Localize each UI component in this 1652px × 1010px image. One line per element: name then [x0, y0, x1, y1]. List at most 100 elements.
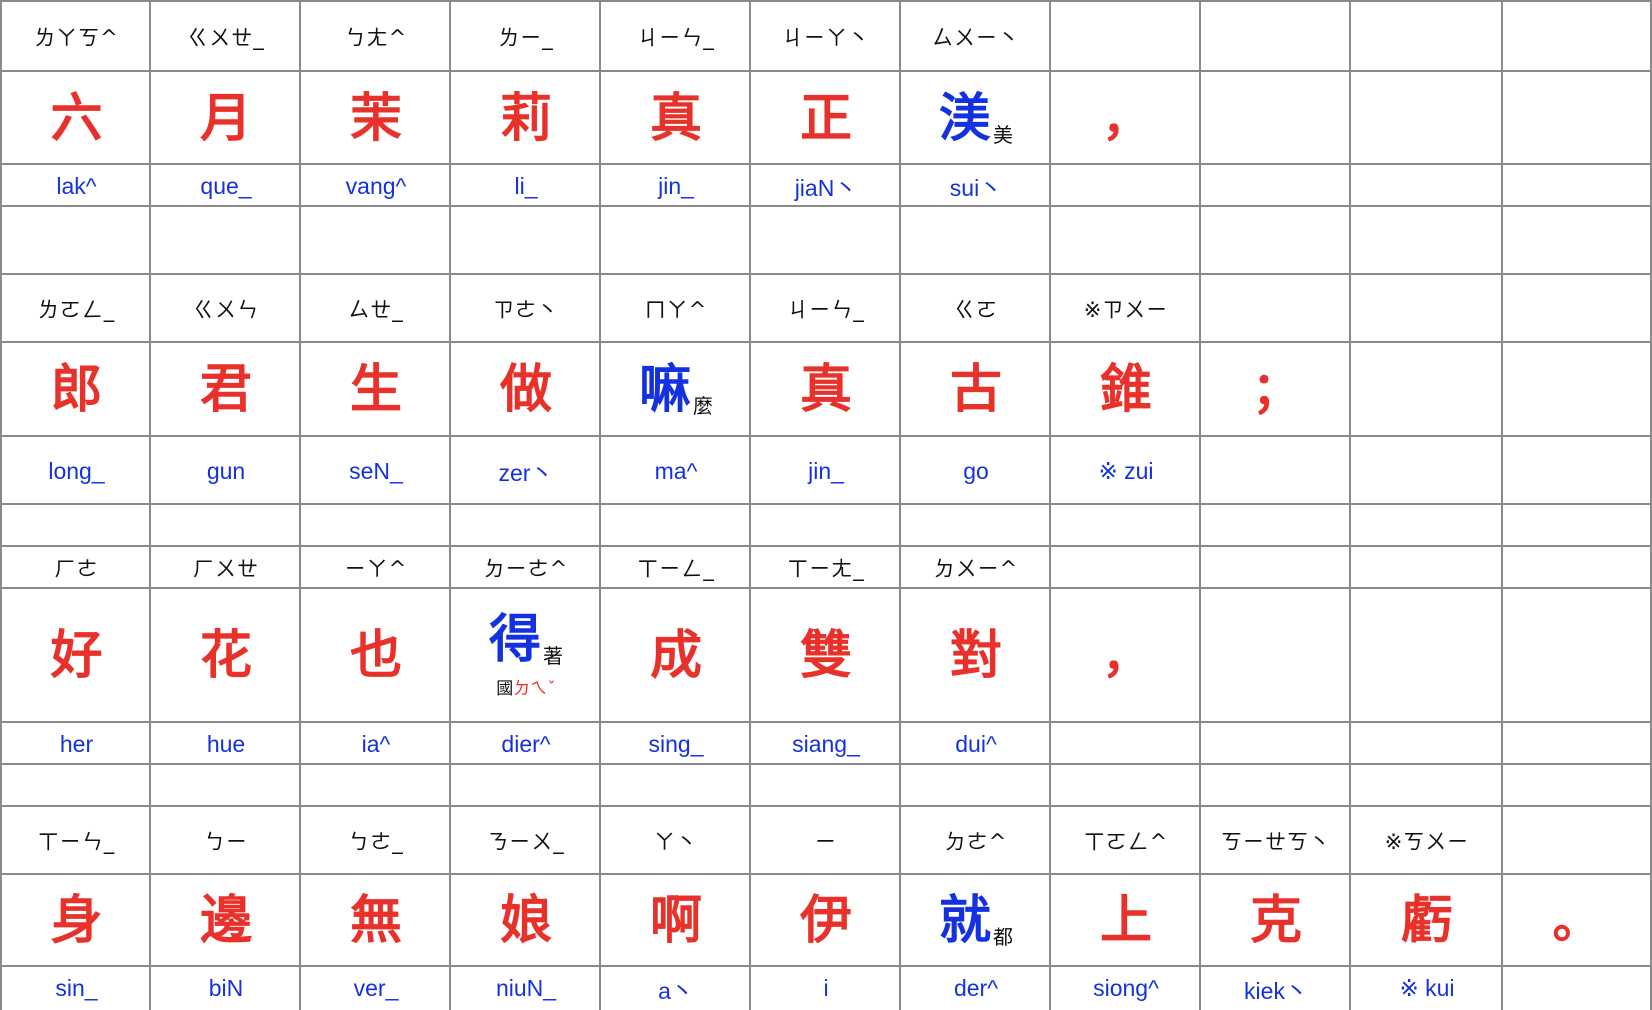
hanzi-line: 。	[1552, 897, 1600, 945]
bopomofo-cell	[1349, 273, 1503, 343]
bopomofo-text: ※ㄗㄨㄧ	[1083, 298, 1169, 322]
hanzi-line: 克	[1250, 895, 1302, 947]
bopomofo-cell: ㄒㄧㄤ_	[749, 545, 901, 589]
bopomofo-row: ㄏㄜ ㄏㄨㄝ ㄧㄚ^ ㄉㄧㄜ^ ㄒㄧㄥ_ ㄒㄧㄤ_ ㄉㄨㄧ^	[0, 545, 1652, 589]
hanzi-line: 上	[1100, 895, 1152, 947]
romanization-text: vang^	[345, 172, 407, 199]
romanization-cell: der^	[899, 965, 1051, 1010]
hanzi-block: 伊	[800, 895, 852, 947]
spacer-cell	[1199, 763, 1351, 807]
hanzi-cell: 克	[1199, 873, 1351, 967]
romanization-text: jin_	[808, 457, 844, 484]
hanzi-line: 無	[350, 895, 402, 947]
bopomofo-cell: ㄒㄛㄥ^	[1049, 805, 1201, 875]
bopomofo-cell: ㄋㄧㄨ_	[449, 805, 601, 875]
hanzi-block: 郎	[50, 364, 102, 416]
spacer-cell	[599, 503, 751, 547]
romanization-text: a丶	[658, 977, 694, 1004]
hanzi-block: 啊	[650, 895, 702, 947]
bopomofo-text: ㄐㄧㄣ_	[787, 298, 865, 322]
hanzi-block: 。	[1552, 897, 1600, 945]
hanzi-cell: 好	[0, 587, 151, 723]
hanzi-character: 雙	[799, 625, 852, 686]
hanzi-line: 月	[199, 87, 252, 149]
bopomofo-text: ㄧㄚ^	[344, 557, 408, 581]
bopomofo-text: ㄅㄜ_	[348, 830, 404, 854]
hanzi-character: 真	[649, 87, 702, 149]
bopomofo-text: ㄎㄧㄝㄎ丶	[1221, 830, 1331, 854]
romanization-cell	[1049, 163, 1201, 207]
hanzi-cell: 古	[899, 341, 1051, 437]
bopomofo-text: ㄉㄜ^	[944, 830, 1008, 854]
bopomofo-text: ㄗㄜ丶	[493, 298, 559, 322]
bopomofo-cell: ㄙㄝ_	[299, 273, 451, 343]
spacer-cell	[1501, 205, 1652, 275]
spacer-cell	[149, 205, 301, 275]
romanization-text: dui^	[955, 730, 997, 757]
hanzi-line: 君	[200, 364, 252, 416]
hanzi-line: 渼美	[938, 87, 1013, 149]
hanzi-character: 錐	[1099, 359, 1152, 420]
hanzi-cell: 真	[599, 70, 751, 165]
hanzi-cell	[1349, 587, 1503, 723]
hanzi-character: 月	[199, 87, 252, 149]
hanzi-line: 伊	[800, 895, 852, 947]
romanization-cell: a丶	[599, 965, 751, 1010]
punctuation-cell: 。	[1501, 873, 1652, 967]
romanization-cell: go	[899, 435, 1051, 505]
bopomofo-row: ㄌㄛㄥ_ ㄍㄨㄣ ㄙㄝ_ ㄗㄜ丶 ㄇㄚ^ ㄐㄧㄣ_ ㄍㄛ ※ㄗㄨㄧ	[0, 273, 1652, 343]
hanzi-cell	[1199, 70, 1351, 165]
hanzi-row: 好 花 也 得著國ㄉㄟˇ 成 雙 對 ，	[0, 587, 1652, 723]
romanization-cell: ※ kui	[1349, 965, 1503, 1010]
romanization-cell	[1199, 435, 1351, 505]
hanzi-cell: 真	[749, 341, 901, 437]
hanzi-block: 身	[50, 895, 102, 947]
hanzi-character: 就	[938, 890, 991, 951]
hanzi-line: 好	[50, 630, 102, 682]
bopomofo-text: ㄧ	[815, 830, 837, 854]
spacer-cell	[599, 763, 751, 807]
lyrics-grid: ㄌㄚㄎ^ ㄍㄨㄝ_ ㄅㄤ^ ㄌㄧ_ ㄐㄧㄣ_ ㄐㄧㄚ丶 ㄙㄨㄧ丶六月茉莉真正渼美， lak^ q…	[0, 0, 1652, 1010]
bopomofo-text: ㄍㄨㄝ_	[187, 26, 265, 50]
bopomofo-cell: ㄇㄚ^	[599, 273, 751, 343]
romanization-text: ma^	[654, 457, 698, 484]
hanzi-character: 好	[50, 625, 103, 686]
spacer-cell	[0, 763, 151, 807]
hanzi-block: 邊	[200, 895, 252, 947]
hanzi-line: ，	[1102, 632, 1150, 680]
bopomofo-cell: ㄙㄨㄧ丶	[899, 0, 1051, 72]
hanzi-character: 六	[50, 87, 103, 149]
bopomofo-cell: ㄉㄜ^	[899, 805, 1051, 875]
bopomofo-text: ㄒㄛㄥ^	[1083, 830, 1169, 854]
hanzi-block: 君	[200, 364, 252, 416]
bopomofo-text: ㄒㄧㄥ_	[637, 557, 715, 581]
romanization-cell: ※ zui	[1049, 435, 1201, 505]
bopomofo-cell: ㄍㄛ	[899, 273, 1051, 343]
punctuation-mark: ，	[1101, 628, 1150, 684]
romanization-text: que_	[200, 172, 252, 199]
note-label: 國	[496, 678, 514, 699]
romanization-cell	[1199, 163, 1351, 207]
bopomofo-text: ㄙㄨㄧ丶	[932, 26, 1020, 50]
romanization-text: sin_	[55, 975, 98, 1001]
hanzi-character: 真	[799, 359, 852, 420]
hanzi-block: 也	[350, 630, 402, 682]
romanization-text: zer丶	[498, 460, 554, 486]
punctuation-mark: ，	[1101, 90, 1150, 147]
spacer-cell	[1199, 503, 1351, 547]
hanzi-cell: 邊	[149, 873, 301, 967]
hanzi-line: 莉	[500, 92, 552, 145]
spacer-cell	[899, 763, 1051, 807]
hanzi-block: 得著國ㄉㄟˇ	[489, 613, 563, 699]
bopomofo-cell	[1349, 0, 1503, 72]
romanization-text: her	[59, 730, 94, 757]
hanzi-character: 渼	[938, 87, 991, 149]
hanzi-cell: 做	[449, 341, 601, 437]
hanzi-line: 茉	[350, 92, 402, 145]
romanization-text: go	[963, 457, 989, 484]
hanzi-block: 生	[350, 364, 402, 416]
spacer-cell	[0, 205, 151, 275]
hanzi-character: 虧	[1400, 890, 1453, 951]
hanzi-block: 嘛麼	[639, 364, 713, 417]
hanzi-character: 花	[199, 625, 252, 686]
